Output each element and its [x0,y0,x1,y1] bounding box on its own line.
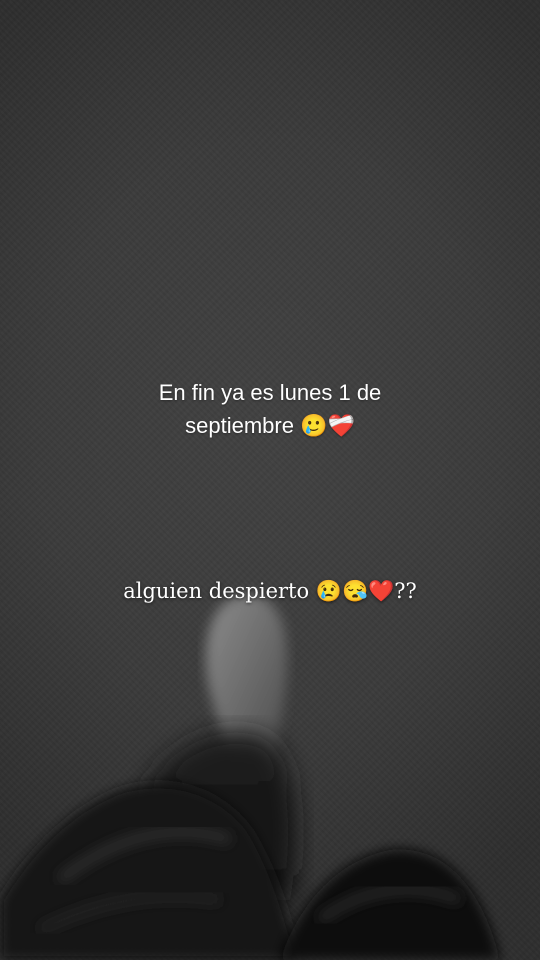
caption-date-text: En fin ya es lunes 1 de septiembre 🥲❤️‍🩹 [0,376,540,442]
shoe-walking-photo [0,594,500,960]
caption-question-text: alguien despierto 😢😪❤️?? [123,579,417,603]
caption-line-2: septiembre 🥲❤️‍🩹 [185,413,355,438]
video-frame: En fin ya es lunes 1 de septiembre 🥲❤️‍🩹… [0,0,540,960]
caption-line-1: En fin ya es lunes 1 de [158,380,382,405]
